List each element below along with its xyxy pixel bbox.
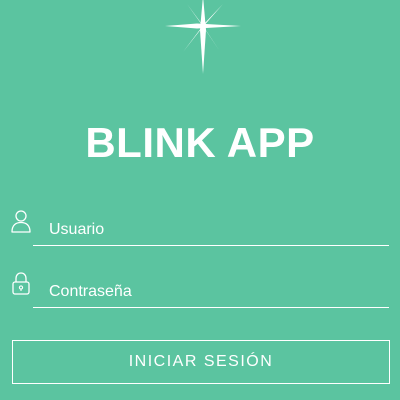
lock-icon (12, 272, 30, 295)
sparkle-star-icon (165, 0, 241, 74)
password-input[interactable] (33, 276, 389, 308)
password-field-group (0, 270, 400, 310)
username-field-group (0, 208, 400, 248)
app-title: BLINK APP (85, 119, 315, 166)
user-icon (11, 210, 31, 233)
login-button[interactable]: INICIAR SESIÓN (12, 340, 390, 384)
username-input[interactable] (33, 214, 389, 246)
